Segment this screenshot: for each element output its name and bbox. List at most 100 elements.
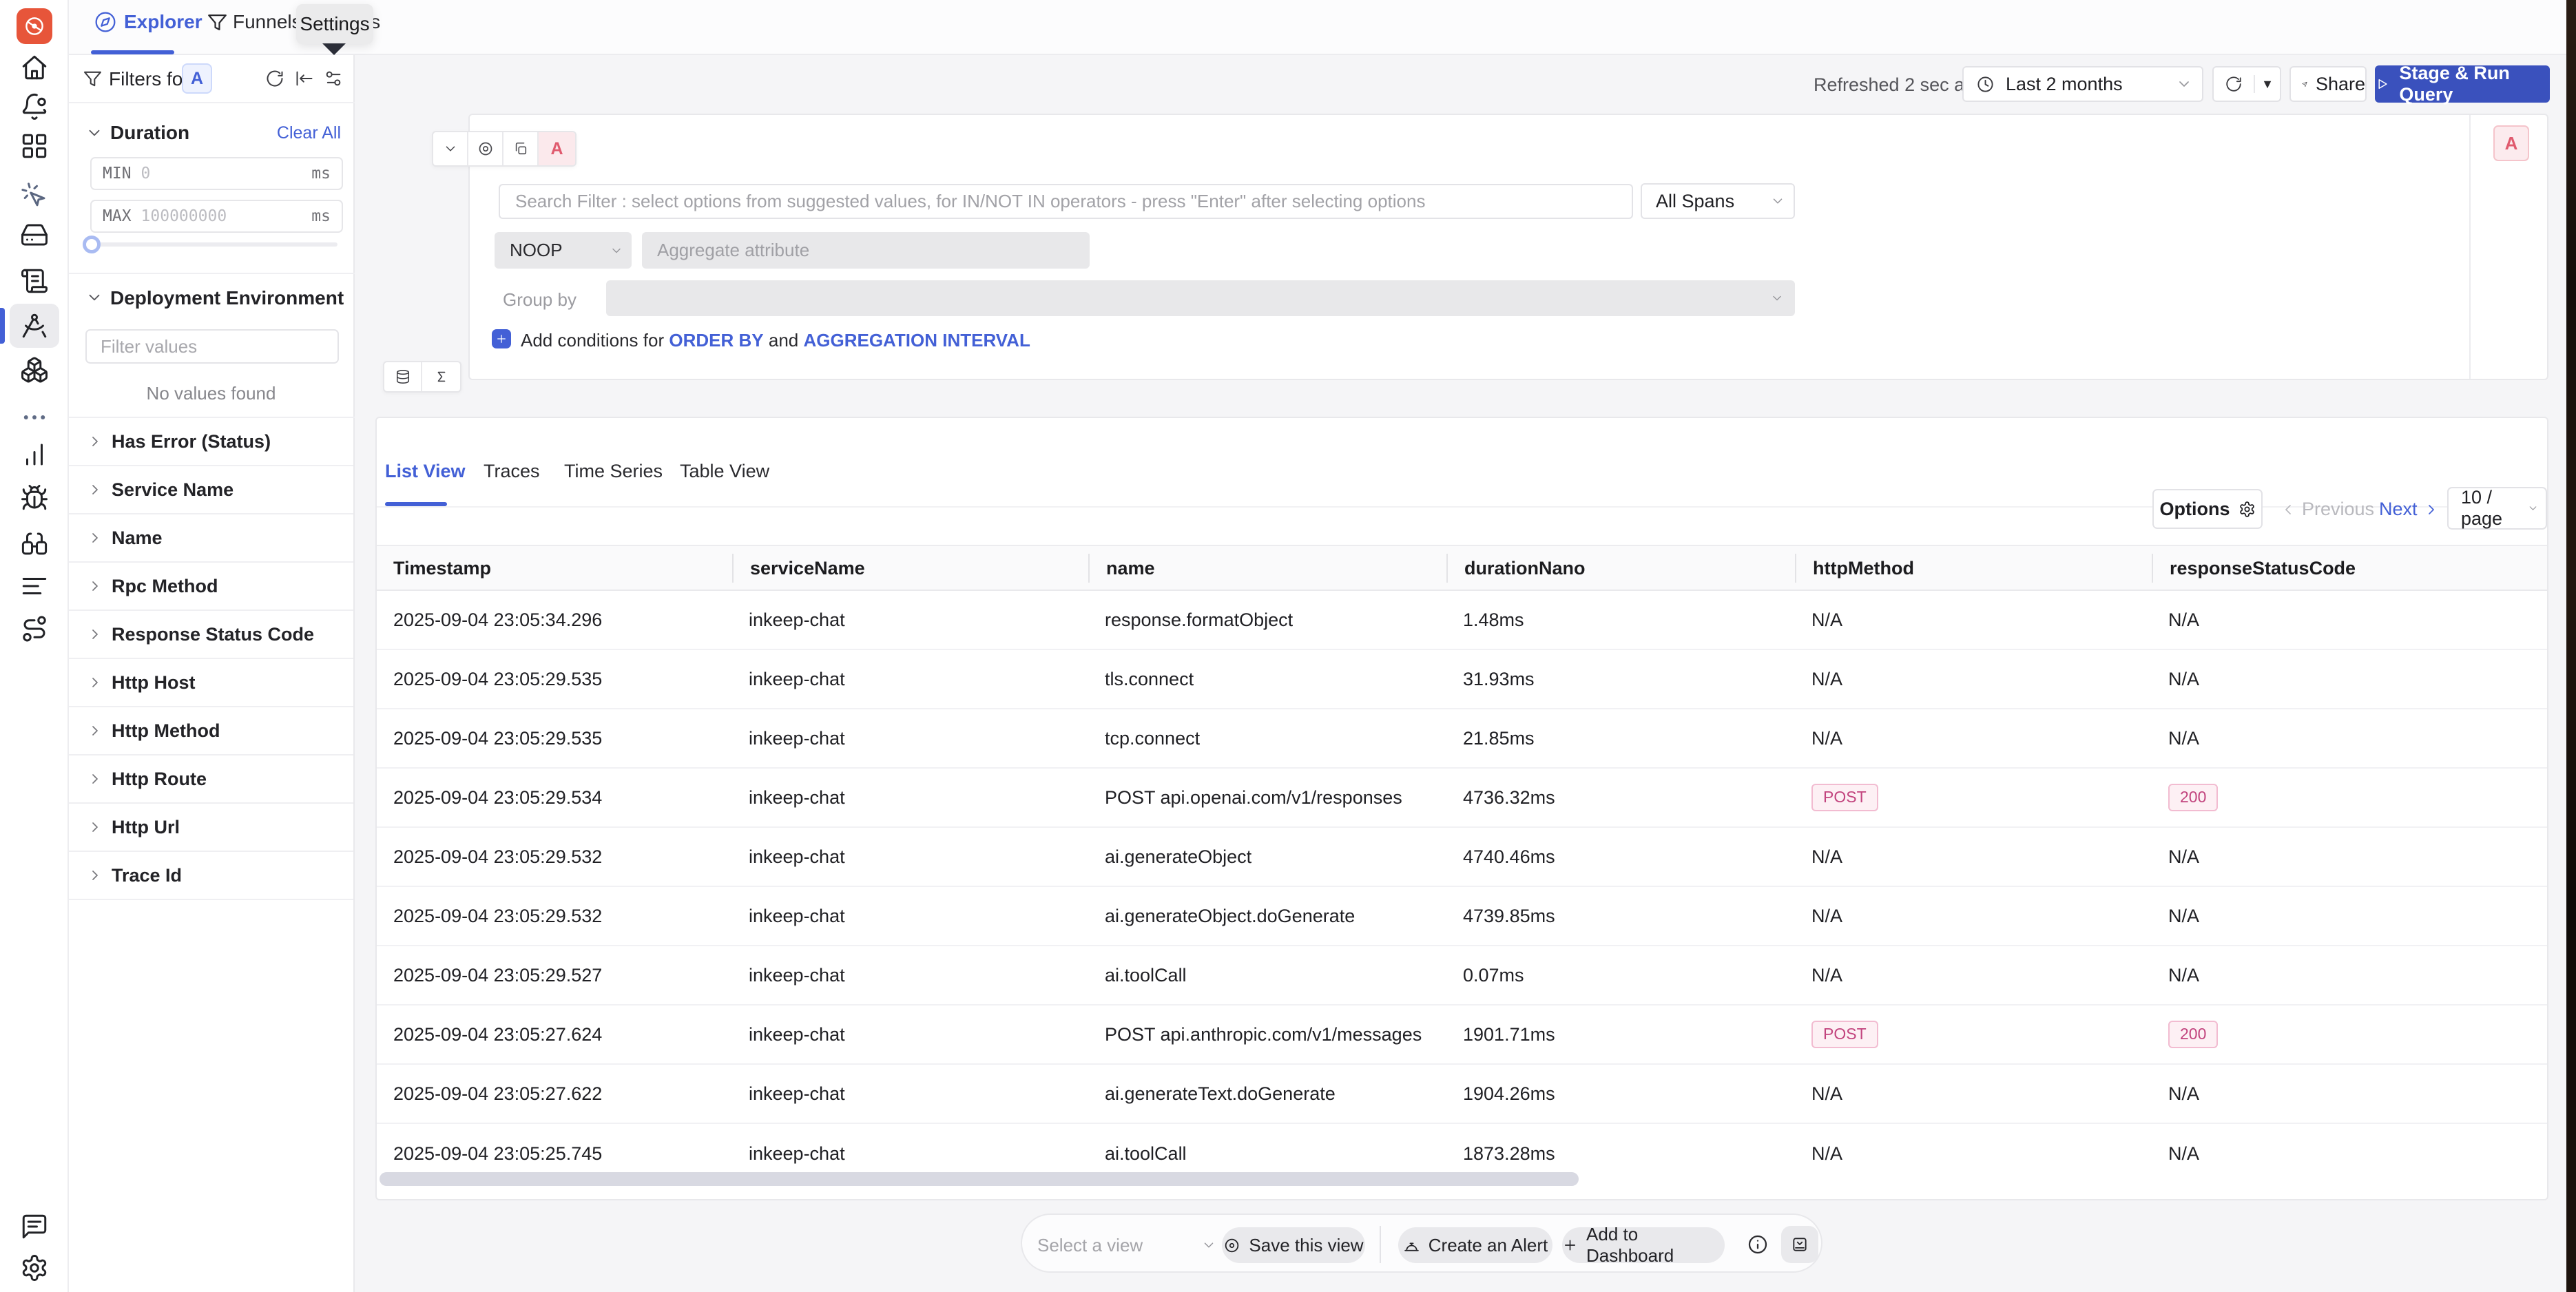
filter-section-http-route[interactable]: Http Route xyxy=(69,756,353,804)
clone-query-button[interactable] xyxy=(503,132,539,165)
toggle-query-visibility-button[interactable] xyxy=(468,132,503,165)
span-scope-select[interactable]: All Spans xyxy=(1641,183,1795,219)
table-row[interactable]: 2025-09-04 23:05:27.622inkeep-chatai.gen… xyxy=(377,1065,2547,1124)
column-header-responsestatuscode[interactable]: responseStatusCode xyxy=(2152,554,2550,583)
duration-max-input[interactable] xyxy=(141,207,301,225)
sidebar-item-support[interactable] xyxy=(20,1212,49,1241)
query-a-chip-right[interactable]: A xyxy=(2493,125,2529,161)
collapse-panel-icon[interactable] xyxy=(295,69,314,88)
filter-section-response-status[interactable]: Response Status Code xyxy=(69,611,353,659)
add-query-button[interactable] xyxy=(384,362,422,391)
next-page-button[interactable]: Next xyxy=(2379,499,2440,520)
drafting-compass-icon xyxy=(20,311,49,340)
tab-time-series[interactable]: Time Series xyxy=(564,461,663,482)
tab-table-view[interactable]: Table View xyxy=(680,461,769,482)
column-header-name[interactable]: name xyxy=(1088,554,1446,583)
sidebar-item-api-monitoring[interactable] xyxy=(20,529,49,558)
tab-explorer[interactable]: Explorer xyxy=(124,11,202,33)
query-a-chip[interactable]: A xyxy=(539,132,575,165)
query-label-chip[interactable]: A xyxy=(182,63,212,94)
sidebar-item-logs[interactable] xyxy=(20,267,49,295)
collapse-query-button[interactable] xyxy=(433,132,468,165)
sidebar-item-exceptions[interactable] xyxy=(20,483,49,512)
sidebar-item-messaging-queues[interactable] xyxy=(20,355,49,384)
refresh-caret[interactable]: ▼ xyxy=(2255,77,2280,92)
add-conditions-button[interactable] xyxy=(492,329,511,348)
group-by-field[interactable] xyxy=(606,280,1795,316)
tab-traces[interactable]: Traces xyxy=(484,461,540,482)
filter-section-name[interactable]: Name xyxy=(69,514,353,563)
save-view-button[interactable]: Save this view xyxy=(1222,1227,1365,1263)
sidebar-item-infrastructure[interactable] xyxy=(20,220,49,249)
share-button[interactable]: Share xyxy=(2289,66,2367,102)
column-header-durationnano[interactable]: durationNano xyxy=(1446,554,1795,583)
refresh-icon[interactable] xyxy=(2214,75,2255,93)
options-button[interactable]: Options xyxy=(2152,489,2263,529)
select-view-dropdown[interactable]: Select a view xyxy=(1037,1227,1216,1263)
filter-section-rpc-method[interactable]: Rpc Method xyxy=(69,563,353,611)
sidebar-item-dashboards[interactable] xyxy=(20,132,49,160)
deployment-chevron-icon[interactable] xyxy=(85,289,103,306)
sidebar-item-alerts[interactable] xyxy=(20,92,49,121)
search-filter-field[interactable] xyxy=(499,184,1633,219)
stage-run-query-button[interactable]: Stage & Run Query xyxy=(2375,65,2550,103)
table-row[interactable]: 2025-09-04 23:05:29.534inkeep-chatPOST a… xyxy=(377,769,2547,828)
info-icon[interactable] xyxy=(1747,1233,1769,1255)
sidebar-item-home[interactable] xyxy=(20,53,49,82)
table-row[interactable]: 2025-09-04 23:05:34.296inkeep-chatrespon… xyxy=(377,591,2547,650)
filter-section-trace-id[interactable]: Trace Id xyxy=(69,852,353,900)
sidebar-item-settings[interactable] xyxy=(20,1253,49,1282)
duration-chevron-icon[interactable] xyxy=(85,124,103,142)
duration-slider-track[interactable] xyxy=(90,242,337,247)
duration-slider-handle[interactable] xyxy=(83,236,101,253)
sidebar-item-more[interactable] xyxy=(20,403,49,432)
create-alert-button[interactable]: Create an Alert xyxy=(1398,1227,1552,1263)
filter-section-http-method[interactable]: Http Method xyxy=(69,707,353,756)
filter-section-http-url[interactable]: Http Url xyxy=(69,804,353,852)
results-card: List View Traces Time Series Table View … xyxy=(375,417,2548,1200)
aggregate-attribute-field[interactable]: Aggregate attribute xyxy=(642,232,1090,269)
filter-section-label: Http Route xyxy=(112,769,207,790)
filter-section-has-error[interactable]: Has Error (Status) xyxy=(69,418,353,466)
order-by-link[interactable]: ORDER BY xyxy=(669,330,763,351)
clear-all-link[interactable]: Clear All xyxy=(277,123,341,143)
sidebar-item-traces[interactable] xyxy=(20,311,49,340)
table-row[interactable]: 2025-09-04 23:05:29.532inkeep-chatai.gen… xyxy=(377,828,2547,887)
duration-min-input[interactable] xyxy=(141,165,301,183)
horizontal-scrollbar[interactable] xyxy=(380,1172,1579,1186)
chevron-right-icon xyxy=(2423,501,2440,518)
tab-funnels[interactable]: Funnels xyxy=(233,11,302,33)
sidebar-item-alert-rules[interactable] xyxy=(20,572,49,601)
filter-settings-icon[interactable] xyxy=(324,69,343,88)
duration-min-field[interactable]: MIN ms xyxy=(90,157,343,190)
filter-section-http-host[interactable]: Http Host xyxy=(69,659,353,707)
sidebar-item-metrics[interactable] xyxy=(20,440,49,469)
filter-section-service-name[interactable]: Service Name xyxy=(69,466,353,514)
table-row[interactable]: 2025-09-04 23:05:27.624inkeep-chatPOST a… xyxy=(377,1006,2547,1065)
aggregation-interval-link[interactable]: AGGREGATION INTERVAL xyxy=(803,330,1030,351)
table-row[interactable]: 2025-09-04 23:05:29.527inkeep-chatai.too… xyxy=(377,946,2547,1006)
duration-max-field[interactable]: MAX ms xyxy=(90,200,343,233)
aggregation-operator-select[interactable]: NOOP xyxy=(495,232,632,269)
time-range-select[interactable]: Last 2 months xyxy=(1962,66,2203,102)
deployment-filter-input[interactable] xyxy=(85,329,339,364)
column-header-timestamp[interactable]: Timestamp xyxy=(377,554,732,583)
sidebar-item-trace-funnels[interactable] xyxy=(20,614,49,643)
page-size-select[interactable]: 10 / page xyxy=(2447,487,2547,530)
signoz-logo[interactable] xyxy=(17,8,52,44)
refresh-split-button[interactable]: ▼ xyxy=(2212,66,2281,102)
add-formula-button[interactable] xyxy=(422,362,460,391)
download-image-button[interactable] xyxy=(1781,1226,1818,1263)
filters-sync-icon[interactable] xyxy=(265,69,284,88)
table-row[interactable]: 2025-09-04 23:05:29.535inkeep-chattls.co… xyxy=(377,650,2547,709)
add-to-dashboard-button[interactable]: Add to Dashboard xyxy=(1562,1227,1725,1263)
table-row[interactable]: 2025-09-04 23:05:29.532inkeep-chatai.gen… xyxy=(377,887,2547,946)
column-header-servicename[interactable]: serviceName xyxy=(732,554,1088,583)
tab-list-view[interactable]: List View xyxy=(385,461,466,482)
column-header-httpmethod[interactable]: httpMethod xyxy=(1795,554,2152,583)
sidebar-item-services[interactable] xyxy=(20,181,49,210)
chevron-right-icon xyxy=(87,674,103,691)
search-filter-input[interactable] xyxy=(500,191,1632,212)
table-row[interactable]: 2025-09-04 23:05:29.535inkeep-chattcp.co… xyxy=(377,709,2547,769)
previous-page-button[interactable]: Previous xyxy=(2280,499,2374,520)
